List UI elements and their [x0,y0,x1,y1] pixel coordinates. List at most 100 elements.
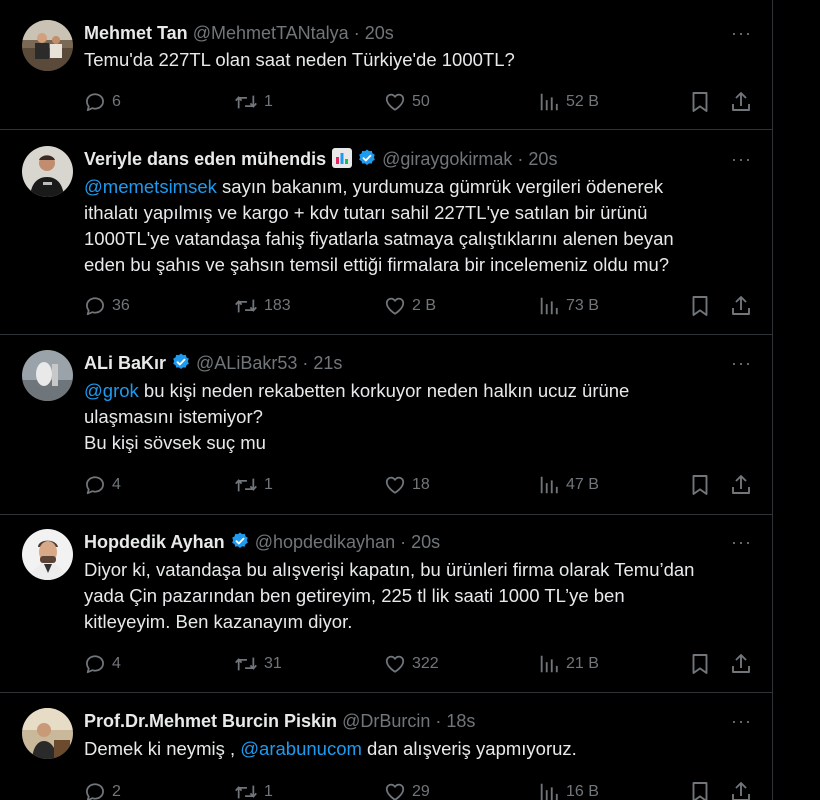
display-name[interactable]: Prof.Dr.Mehmet Burcin Piskin [84,711,337,731]
views-icon [538,295,566,317]
repost-button[interactable]: 1 [234,472,273,498]
verified-badge-icon[interactable] [230,531,250,557]
views-count: 16 B [566,783,599,800]
reply-icon [84,653,112,675]
tweet-text-line: ithalatı yapılmış ve kargo + kdv tutarı … [84,200,748,226]
like-button[interactable]: 18 [384,472,430,498]
like-button[interactable]: 2 B [384,293,436,319]
share-button[interactable] [730,779,758,800]
views-button[interactable]: 52 B [538,89,599,115]
tweet[interactable]: ALi BaKır @ALiBakr53 · 21s ··· @grok bu kişi… [0,335,772,515]
tweet-actions: 2 1 29 16 B [84,779,756,800]
tweet-text-line: @grok bu kişi neden rekabetten korkuyor … [84,378,748,404]
repost-icon [234,295,264,317]
handle[interactable]: @DrBurcin [342,711,430,731]
bookmark-button[interactable] [689,472,717,498]
text-segment: eden bu şahıs ve şahsın temsil ettiği fi… [84,254,670,275]
more-options-icon[interactable]: ··· [731,21,752,45]
bookmark-icon [689,780,717,800]
reply-button[interactable]: 36 [84,293,130,319]
bookmark-icon [689,652,717,676]
share-button[interactable] [730,651,758,677]
like-icon [384,474,412,496]
more-options-icon[interactable]: ··· [731,709,752,733]
views-count: 47 B [566,476,599,493]
handle[interactable]: @MehmetTANtalya [193,23,349,43]
tweet-text: Temu'da 227TL olan saat neden Türkiye'de… [84,47,748,73]
more-options-icon[interactable]: ··· [731,530,752,554]
bookmark-button[interactable] [689,651,717,677]
tweet-text-line: ulaşmasını istemiyor? [84,404,748,430]
like-button[interactable]: 29 [384,779,430,800]
mention-link[interactable]: @grok [84,380,139,401]
reply-icon [84,91,112,113]
tweet-actions: 6 1 50 52 B [84,89,756,115]
text-segment: Diyor ki, vatandaşa bu alışverişi kapatı… [84,559,695,580]
mention-link[interactable]: @arabunucom [240,738,362,759]
views-icon [538,91,566,113]
tweet[interactable]: Hopdedik Ayhan @hopdedikayhan · 20s ··· Diyo… [0,515,772,693]
bar-chart-emoji-icon [332,148,353,174]
reply-count: 36 [112,297,130,314]
timestamp[interactable]: 20s [411,532,440,552]
share-button[interactable] [730,89,758,115]
bookmark-button[interactable] [689,293,717,319]
timestamp[interactable]: 20s [365,23,394,43]
repost-button[interactable]: 31 [234,651,282,677]
repost-count: 1 [264,783,273,800]
more-options-icon[interactable]: ··· [731,351,752,375]
repost-button[interactable]: 1 [234,779,273,800]
views-button[interactable]: 73 B [538,293,599,319]
handle[interactable]: @hopdedikayhan [255,532,395,552]
avatar[interactable] [22,350,73,401]
tweet[interactable]: Mehmet Tan @MehmetTANtalya · 20s ··· Temu'da… [0,0,772,130]
verified-badge-icon[interactable] [357,148,377,174]
repost-icon [234,91,264,113]
mention-link[interactable]: @memetsimsek [84,176,217,197]
tweet[interactable]: Prof.Dr.Mehmet Burcin Piskin @DrBurcin · 1… [0,693,772,800]
reply-count: 6 [112,93,121,110]
reply-icon [84,295,112,317]
display-name[interactable]: Hopdedik Ayhan [84,532,225,552]
avatar[interactable] [22,146,73,197]
timestamp[interactable]: 18s [446,711,475,731]
separator-dot: · [517,149,524,169]
like-icon [384,91,412,113]
reply-button[interactable]: 6 [84,89,121,115]
views-button[interactable]: 21 B [538,651,599,677]
handle[interactable]: @giraygokirmak [382,149,512,169]
tweet-text-line: Demek ki neymiş , @arabunucom dan alışve… [84,736,748,762]
reply-button[interactable]: 4 [84,472,121,498]
views-button[interactable]: 16 B [538,779,599,800]
avatar[interactable] [22,708,73,759]
tweet[interactable]: Veriyle dans eden mühendis @giraygokirma… [0,131,772,335]
tweet-text-line: Temu'da 227TL olan saat neden Türkiye'de… [84,47,748,73]
more-options-icon[interactable]: ··· [731,147,752,171]
like-button[interactable]: 322 [384,651,439,677]
views-button[interactable]: 47 B [538,472,599,498]
display-name[interactable]: Mehmet Tan [84,23,188,43]
display-name[interactable]: Veriyle dans eden mühendis [84,149,326,169]
repost-icon [234,474,264,496]
tweet-text: @grok bu kişi neden rekabetten korkuyor … [84,378,748,456]
timestamp[interactable]: 21s [313,353,342,373]
like-button[interactable]: 50 [384,89,430,115]
timestamp[interactable]: 20s [528,149,557,169]
verified-badge-icon[interactable] [171,352,191,378]
bookmark-button[interactable] [689,89,717,115]
display-name[interactable]: ALi BaKır [84,353,166,373]
reply-button[interactable]: 2 [84,779,121,800]
bookmark-icon [689,294,717,318]
repost-icon [234,781,264,800]
avatar[interactable] [22,529,73,580]
reply-button[interactable]: 4 [84,651,121,677]
handle[interactable]: @ALiBakr53 [196,353,297,373]
avatar[interactable] [22,20,73,71]
tweet-text-line: eden bu şahıs ve şahsın temsil ettiği fi… [84,252,748,278]
views-icon [538,781,566,800]
repost-button[interactable]: 183 [234,293,291,319]
bookmark-button[interactable] [689,779,717,800]
share-button[interactable] [730,472,758,498]
share-button[interactable] [730,293,758,319]
repost-button[interactable]: 1 [234,89,273,115]
